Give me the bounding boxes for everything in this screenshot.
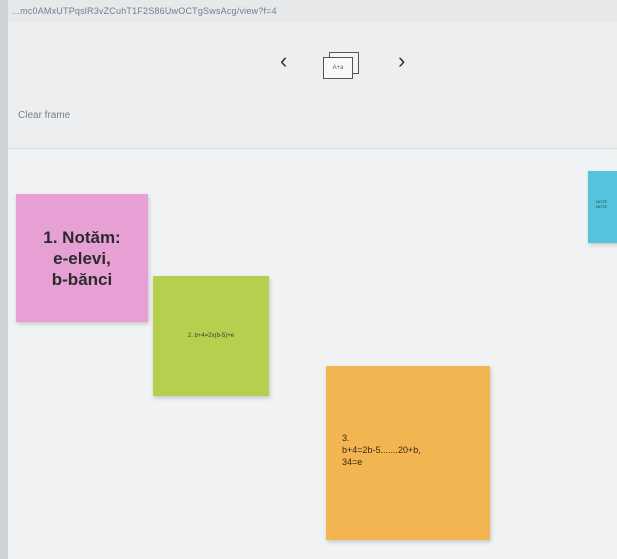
slide-front-frame: A+a (323, 57, 353, 79)
frame-title: Clear frame (18, 110, 71, 121)
sticky-note-4[interactable]: NOTE NOTE (588, 171, 617, 243)
address-bar[interactable]: ...mc0AMxUTPqslR3vZCuhT1F2S86UwOCTgSwsAc… (8, 0, 617, 22)
sticky-note-4-text: NOTE NOTE (596, 199, 608, 209)
sticky-note-3[interactable]: 3. b+4=2b-5.......20+b, 34=e (326, 366, 490, 540)
chevron-left-icon[interactable]: ‹ (280, 50, 287, 72)
chevron-right-icon[interactable]: › (398, 50, 405, 72)
sticky-note-1-text: 1. Notăm: e-elevi, b-bănci (43, 227, 121, 289)
sticky-note-2[interactable]: 2. b+4=2x(b-5)+e (153, 276, 269, 396)
slide-toolbar: ‹ A+a › (8, 40, 617, 88)
whiteboard-screen: ...mc0AMxUTPqslR3vZCuhT1F2S86UwOCTgSwsAc… (8, 0, 617, 559)
sticky-note-1[interactable]: 1. Notăm: e-elevi, b-bănci (16, 194, 148, 322)
sticky-note-3-text: 3. b+4=2b-5.......20+b, 34=e (342, 433, 421, 467)
slides-icon[interactable]: A+a (323, 52, 359, 79)
url-text: ...mc0AMxUTPqslR3vZCuhT1F2S86UwOCTgSwsAc… (12, 6, 277, 16)
sticky-note-2-text: 2. b+4=2x(b-5)+e (187, 333, 235, 339)
